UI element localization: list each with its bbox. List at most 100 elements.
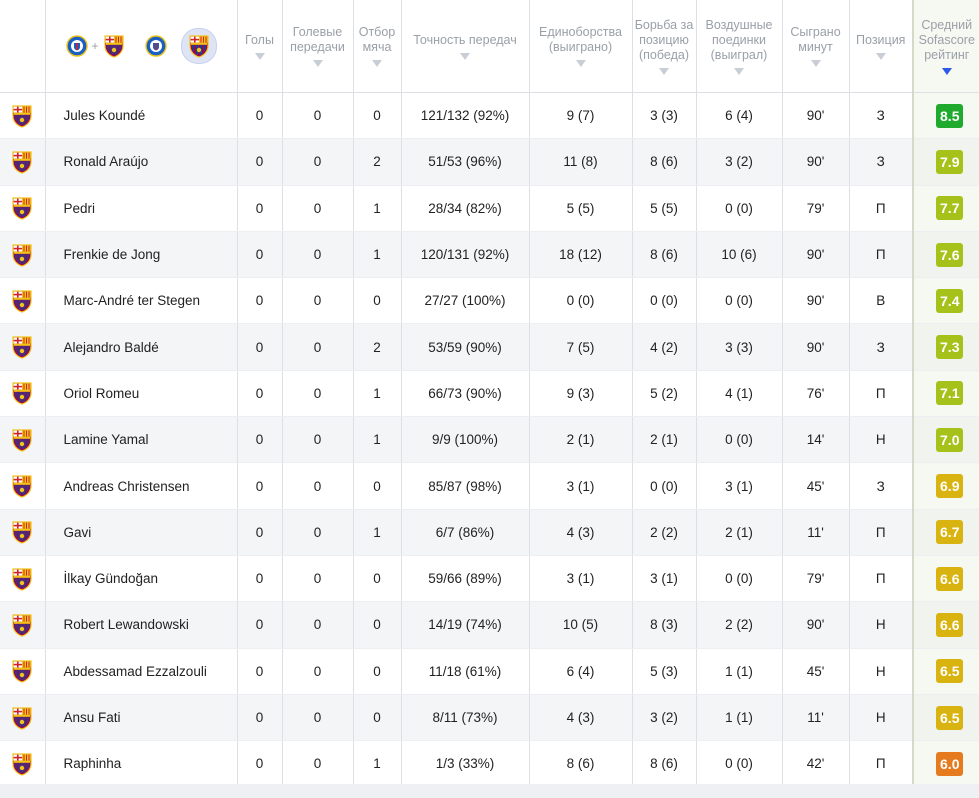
stat-passes: 6/7 (86%)	[401, 509, 530, 556]
table-bottom-edge	[0, 784, 979, 798]
rating-cell: 6.7	[912, 509, 979, 556]
column-header-minutes[interactable]: Сыграно минут	[782, 0, 850, 93]
player-name[interactable]: Gavi	[45, 509, 238, 556]
table-row[interactable]: Jules Koundé 0 0 0 121/132 (92%) 9 (7) 3 (3) 6 …	[0, 92, 979, 140]
player-name[interactable]: Raphinha	[45, 740, 238, 788]
stat-tackles: 2	[353, 138, 402, 186]
stat-position: З	[849, 462, 914, 510]
column-header-position[interactable]: Позиция	[849, 0, 914, 93]
column-header-tackles[interactable]: Отбор мяча	[353, 0, 402, 93]
stat-duels: 9 (7)	[529, 92, 633, 140]
rating-badge: 7.1	[936, 381, 964, 406]
stat-duels: 4 (3)	[529, 694, 633, 742]
stat-assists: 0	[282, 416, 354, 464]
stat-duels: 4 (3)	[529, 509, 633, 556]
rating-cell: 7.9	[912, 138, 979, 186]
stat-passes: 66/73 (90%)	[401, 370, 530, 418]
player-name[interactable]: Ansu Fati	[45, 694, 238, 742]
sort-arrow-icon	[372, 60, 382, 67]
team-crest-cell	[0, 370, 46, 418]
table-row[interactable]: Andreas Christensen 0 0 0 85/87 (98%) 3 (1) 0 …	[0, 462, 979, 510]
stat-ground: 8 (6)	[632, 138, 697, 186]
stat-goals: 0	[237, 462, 283, 510]
getafe-crest-icon	[66, 34, 88, 58]
table-row[interactable]: Marc-André ter Stegen 0 0 0 27/27 (100%) 0 (0…	[0, 277, 979, 325]
team-crest-cell	[0, 323, 46, 371]
filter-both-teams[interactable]: +	[60, 29, 131, 63]
stat-minutes: 11'	[782, 509, 850, 556]
stat-tackles: 0	[353, 694, 402, 742]
stat-aerial: 3 (3)	[696, 323, 783, 371]
table-row[interactable]: Abdessamad Ezzalzouli 0 0 0 11/18 (61%) 6 (4)…	[0, 648, 979, 695]
rating-cell: 7.3	[912, 323, 979, 371]
table-row[interactable]: Oriol Romeu 0 0 1 66/73 (90%) 9 (3) 5 (2) 4 (1)…	[0, 370, 979, 418]
stat-goals: 0	[237, 370, 283, 418]
stat-position: Н	[849, 694, 914, 742]
sort-arrow-icon	[575, 60, 586, 67]
team-crest-cell	[0, 231, 46, 279]
player-name[interactable]: İlkay Gündoğan	[45, 555, 238, 603]
table-row[interactable]: Raphinha 0 0 1 1/3 (33%) 8 (6) 8 (6) 0 (0) 42' П 6…	[0, 740, 979, 788]
table-row[interactable]: Pedri 0 0 1 28/34 (82%) 5 (5) 5 (5) 0 (0) 79' П 7.…	[0, 185, 979, 232]
stat-duels: 0 (0)	[529, 277, 633, 325]
column-header-assists[interactable]: Голевые передачи	[282, 0, 354, 93]
barcelona-crest-icon	[11, 659, 33, 683]
filter-getafe[interactable]	[139, 29, 173, 63]
stat-ground: 2 (1)	[632, 416, 697, 464]
table-row[interactable]: Lamine Yamal 0 0 1 9/9 (100%) 2 (1) 2 (1) 0 (0)…	[0, 416, 979, 464]
stat-passes: 53/59 (90%)	[401, 323, 530, 371]
column-header-goals[interactable]: Голы	[237, 0, 283, 93]
team-crest-cell	[0, 92, 46, 140]
barcelona-crest-icon	[11, 752, 33, 776]
stat-tackles: 1	[353, 231, 402, 279]
stat-passes: 27/27 (100%)	[401, 277, 530, 325]
rating-badge: 7.7	[936, 196, 964, 221]
player-name[interactable]: Robert Lewandowski	[45, 601, 238, 649]
player-name[interactable]: Abdessamad Ezzalzouli	[45, 648, 238, 695]
player-name[interactable]: Andreas Christensen	[45, 462, 238, 510]
table-row[interactable]: Frenkie de Jong 0 0 1 120/131 (92%) 18 (12) 8 …	[0, 231, 979, 279]
player-name[interactable]: Lamine Yamal	[45, 416, 238, 464]
stat-position: П	[849, 740, 914, 788]
stat-ground: 5 (3)	[632, 648, 697, 695]
sort-arrow-icon	[312, 60, 323, 67]
stat-minutes: 90'	[782, 231, 850, 279]
column-header-ground-duels[interactable]: Борьба за позицию (победа)	[632, 0, 697, 93]
table-row[interactable]: Alejandro Baldé 0 0 2 53/59 (90%) 7 (5) 4 (2) 3…	[0, 323, 979, 371]
team-crest-cell	[0, 648, 46, 695]
stat-assists: 0	[282, 601, 354, 649]
filter-barcelona[interactable]	[180, 28, 217, 64]
table-row[interactable]: Robert Lewandowski 0 0 0 14/19 (74%) 10 (5) 8 …	[0, 601, 979, 649]
sort-arrow-icon	[460, 52, 470, 60]
column-header-aerial-duels[interactable]: Воздушные поединки (выиграл)	[696, 0, 783, 93]
player-name[interactable]: Marc-André ter Stegen	[45, 277, 238, 325]
table-row[interactable]: Ansu Fati 0 0 0 8/11 (73%) 4 (3) 3 (2) 1 (1) 11'…	[0, 694, 979, 742]
stat-assists: 0	[282, 138, 354, 186]
team-crest-cell	[0, 277, 46, 325]
table-row[interactable]: İlkay Gündoğan 0 0 0 59/66 (89%) 3 (1) 3 (1) 0 …	[0, 555, 979, 603]
player-name[interactable]: Pedri	[45, 185, 238, 232]
table-row[interactable]: Ronald Araújo 0 0 2 51/53 (96%) 11 (8) 8 (6) 3 …	[0, 138, 979, 186]
player-name[interactable]: Jules Koundé	[45, 92, 238, 140]
column-header-passes[interactable]: Точность передач	[401, 0, 530, 93]
barcelona-crest-icon	[11, 706, 33, 730]
stat-duels: 18 (12)	[529, 231, 633, 279]
column-header-rating[interactable]: Средний Sofascore рейтинг	[912, 0, 979, 93]
rating-cell: 7.0	[912, 416, 979, 464]
team-crest-cell	[0, 509, 46, 556]
stat-goals: 0	[237, 509, 283, 556]
sort-arrow-icon	[734, 67, 744, 75]
player-name[interactable]: Frenkie de Jong	[45, 231, 238, 279]
stat-goals: 0	[237, 555, 283, 603]
player-name[interactable]: Ronald Araújo	[45, 138, 238, 186]
rating-cell: 6.6	[912, 555, 979, 603]
player-name[interactable]: Oriol Romeu	[45, 370, 238, 418]
barcelona-crest-icon	[11, 567, 33, 591]
rating-badge: 8.5	[936, 103, 964, 128]
player-name[interactable]: Alejandro Baldé	[45, 323, 238, 371]
table-row[interactable]: Gavi 0 0 1 6/7 (86%) 4 (3) 2 (2) 2 (1) 11' П 6.7	[0, 509, 979, 556]
column-header-duels[interactable]: Единоборства (выиграно)	[529, 0, 633, 93]
rating-cell: 6.0	[912, 740, 979, 788]
stat-assists: 0	[282, 694, 354, 742]
stat-aerial: 0 (0)	[696, 185, 783, 232]
